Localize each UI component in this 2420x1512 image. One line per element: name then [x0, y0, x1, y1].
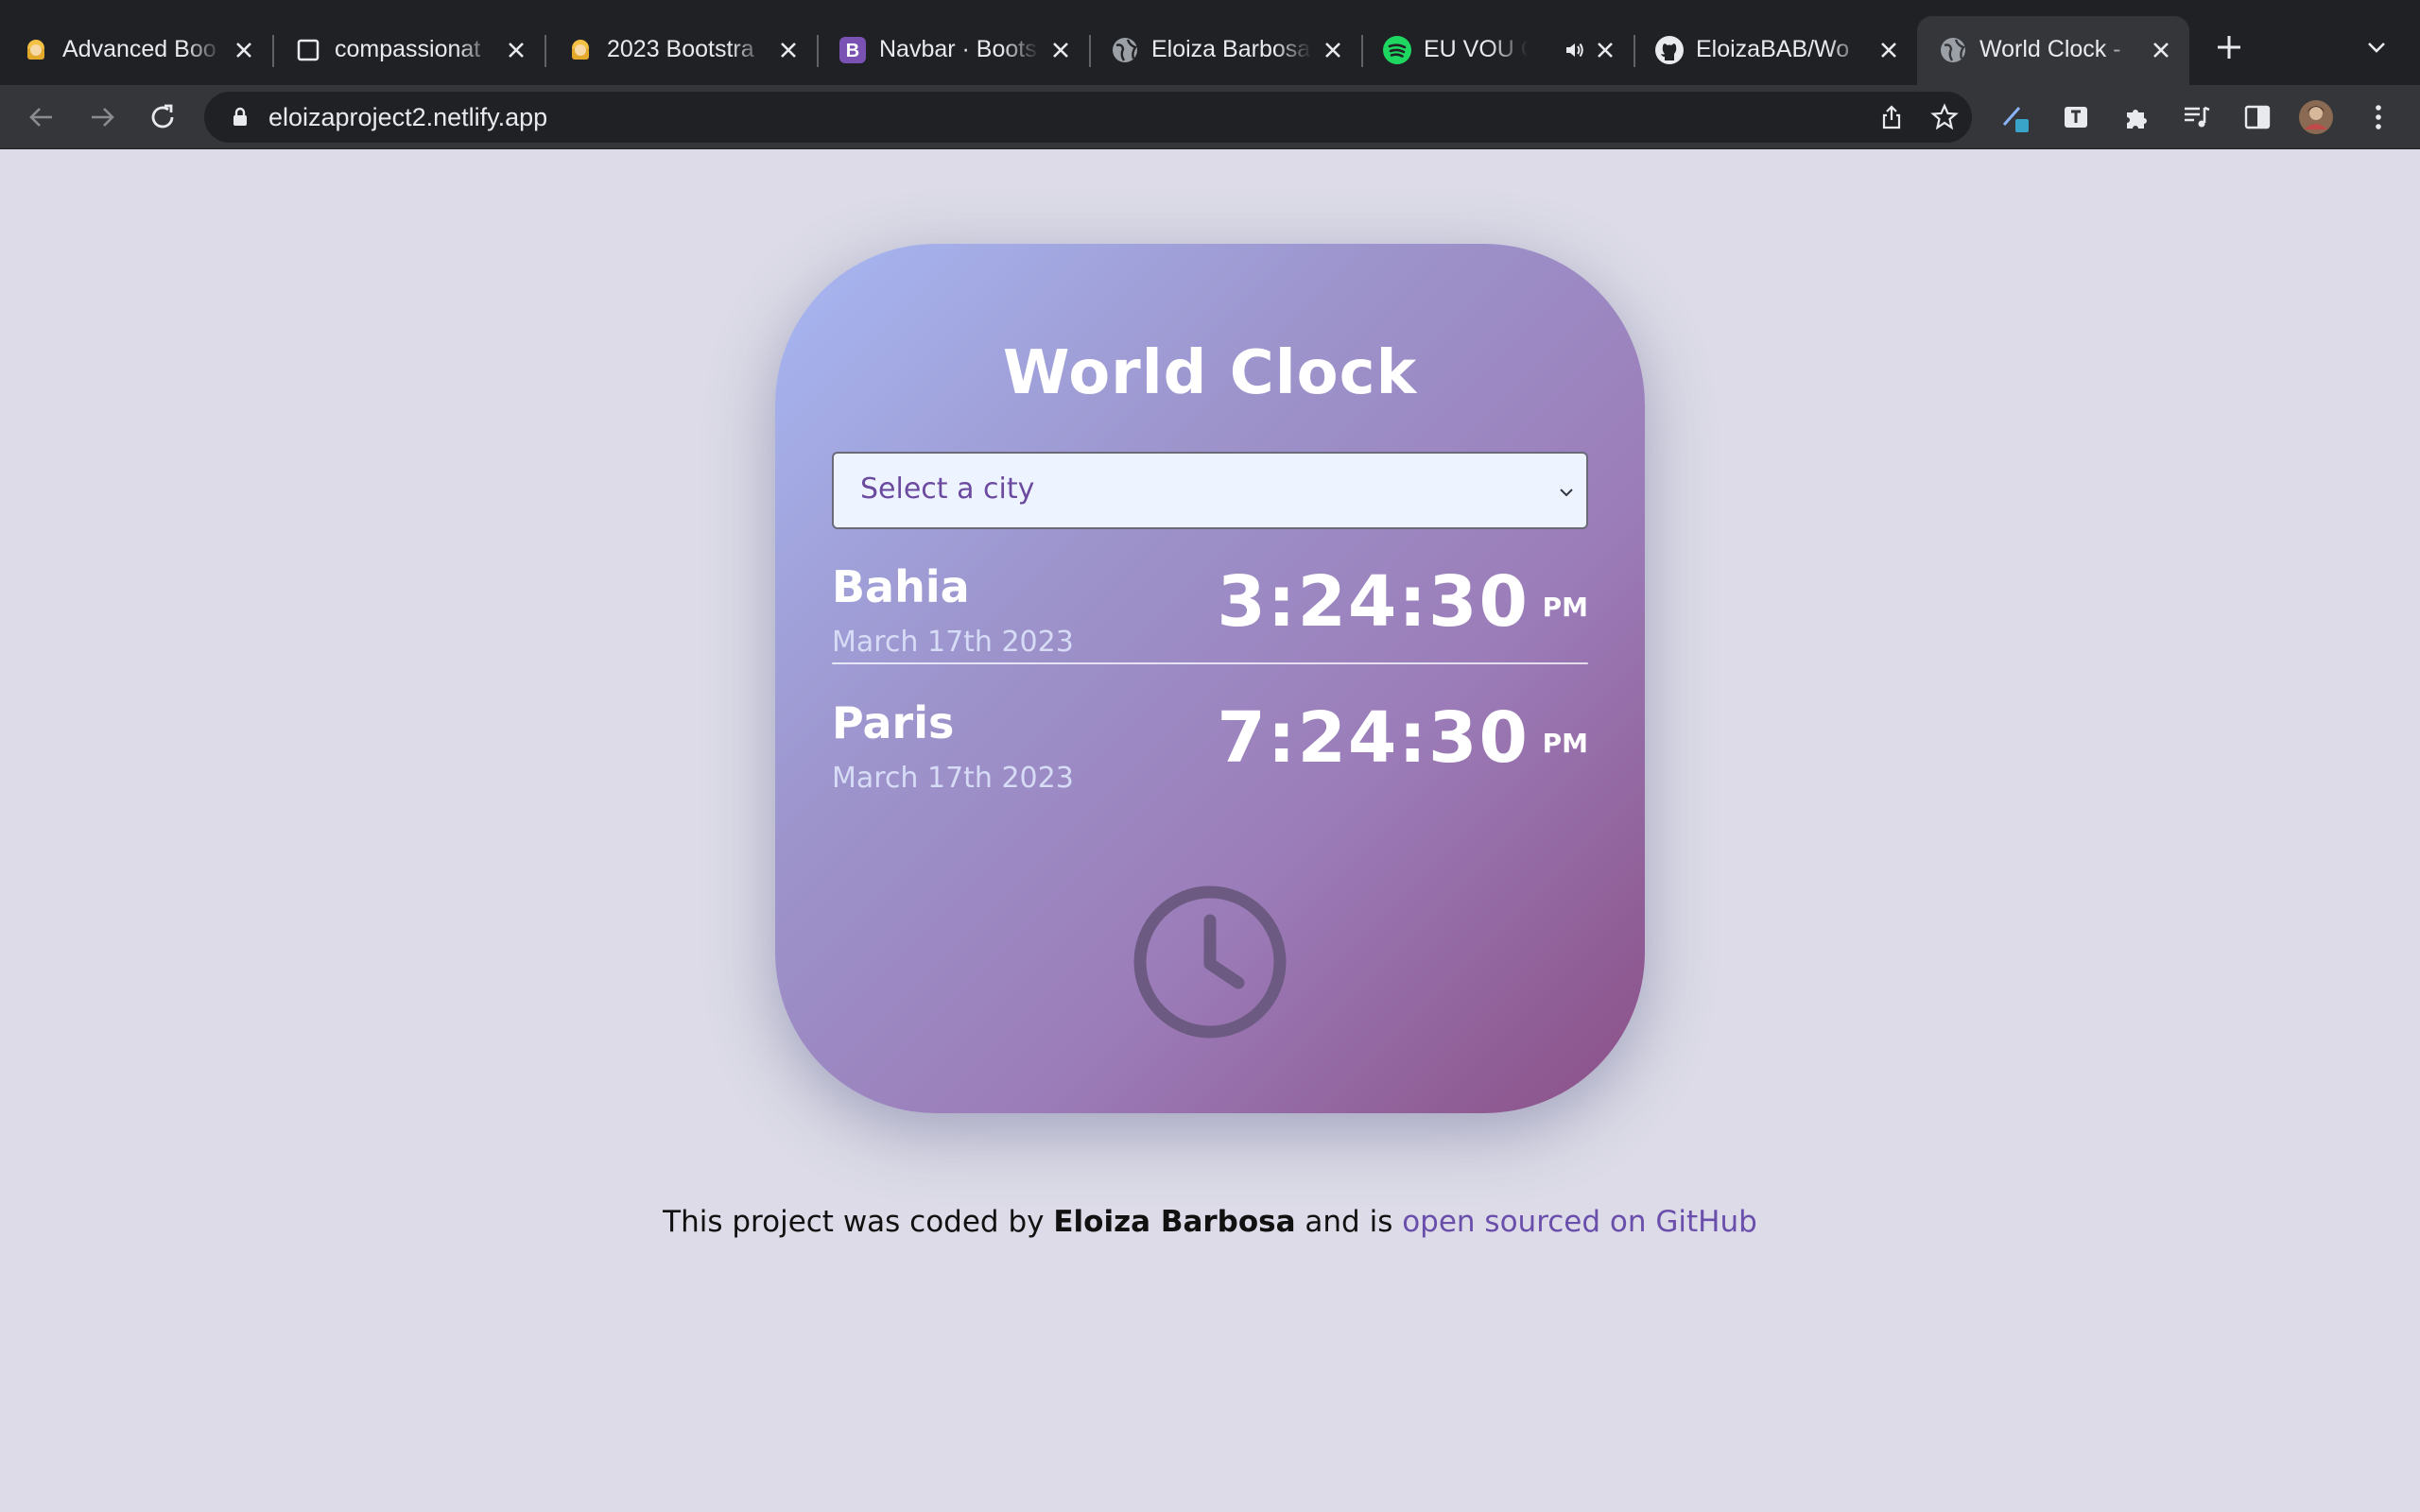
pen-extension-icon[interactable] [1996, 98, 2034, 136]
globe-icon [1110, 35, 1140, 65]
city-ampm: PM [1542, 728, 1588, 759]
page-footer: This project was coded by Eloiza Barbosa… [0, 1205, 2420, 1239]
plus-icon [2218, 36, 2240, 59]
extensions-puzzle-icon[interactable] [2118, 98, 2155, 136]
back-arrow-icon [29, 108, 52, 127]
app-title: World Clock [1002, 338, 1418, 408]
forward-arrow-icon [92, 108, 114, 127]
browser-tab-bar: Advanced Boo compassionat 2023 Bootstra … [0, 0, 2420, 85]
back-button[interactable] [23, 98, 60, 136]
browser-tab[interactable]: compassionat [272, 16, 546, 85]
lock-icon[interactable] [229, 106, 251, 129]
browser-tab-active[interactable]: World Clock - [1917, 16, 2189, 85]
tab-title: 2023 Bootstra [607, 36, 768, 66]
close-tab-icon[interactable] [1046, 35, 1076, 65]
speaker-icon[interactable] [1564, 39, 1586, 61]
close-tab-icon[interactable] [501, 35, 531, 65]
close-tab-icon[interactable] [1874, 35, 1904, 65]
chevron-down-icon [2368, 43, 2385, 53]
forward-button[interactable] [83, 98, 121, 136]
browser-tab[interactable]: B Navbar · Boots [817, 16, 1091, 85]
close-tab-icon[interactable] [1318, 35, 1348, 65]
bookmark-star-icon[interactable] [1928, 101, 1961, 133]
city-date: March 17th 2023 [832, 762, 1074, 795]
tab-title: Eloiza Barbosa [1151, 36, 1312, 66]
reader-extension-icon[interactable] [2057, 98, 2095, 136]
side-panel-icon[interactable] [2238, 98, 2276, 136]
emoji-girl-icon [565, 35, 596, 65]
tab-title: compassionat [335, 36, 495, 66]
close-tab-icon[interactable] [773, 35, 804, 65]
city-row-bahia: Bahia March 17th 2023 3:24:30 PM [832, 561, 1588, 694]
close-tab-icon[interactable] [229, 35, 259, 65]
select-placeholder: Select a city [860, 472, 1035, 506]
browser-tab[interactable]: Advanced Boo [0, 16, 274, 85]
tab-title: EU VOU C [1424, 36, 1528, 66]
world-clock-card: World Clock Select a city Bahia March 17… [775, 244, 1645, 1113]
address-bar[interactable]: eloizaproject2.netlify.app [204, 92, 1972, 143]
tab-title: Advanced Boo [62, 36, 223, 66]
footer-prefix: This project was coded by [663, 1205, 1045, 1239]
new-tab-button[interactable] [2210, 28, 2248, 66]
tab-title: EloizaBAB/Wo [1696, 36, 1866, 66]
bootstrap-icon: B [838, 35, 868, 65]
media-controls-icon[interactable] [2178, 98, 2216, 136]
github-icon [1654, 35, 1685, 65]
footer-middle: and is [1305, 1205, 1393, 1239]
address-url[interactable]: eloizaproject2.netlify.app [268, 103, 547, 132]
footer-author: Eloiza Barbosa [1053, 1205, 1296, 1239]
close-tab-icon[interactable] [2146, 35, 2176, 65]
reload-button[interactable] [144, 98, 182, 136]
city-select-dropdown[interactable]: Select a city [832, 452, 1588, 529]
city-time: 7:24:30 [1217, 697, 1530, 779]
emoji-girl-icon [21, 35, 51, 65]
close-tab-icon[interactable] [1590, 35, 1620, 65]
browser-tab[interactable]: Eloiza Barbosa [1089, 16, 1363, 85]
city-date: March 17th 2023 [832, 626, 1074, 659]
browser-tab[interactable]: EloizaBAB/Wo [1634, 16, 1917, 85]
browser-toolbar: eloizaproject2.netlify.app [0, 85, 2420, 149]
svg-text:B: B [846, 41, 859, 61]
clock-icon [1132, 885, 1288, 1040]
tab-title: Navbar · Boots [879, 36, 1040, 66]
chevron-down-icon [1556, 482, 1577, 503]
blank-page-icon [293, 35, 323, 65]
city-name: Paris [832, 697, 955, 748]
city-name: Bahia [832, 561, 970, 612]
github-link[interactable]: open sourced on GitHub [1402, 1205, 1757, 1239]
tab-title: World Clock - [1979, 36, 2140, 66]
city-row-paris: Paris March 17th 2023 7:24:30 PM [832, 697, 1588, 830]
profile-avatar[interactable] [2297, 98, 2335, 136]
web-page: World Clock Select a city Bahia March 17… [0, 150, 2420, 1512]
spotify-icon [1382, 35, 1412, 65]
browser-tab[interactable]: 2023 Bootstra [544, 16, 819, 85]
browser-tab[interactable]: EU VOU C [1361, 16, 1635, 85]
globe-icon [1938, 35, 1968, 65]
tab-search-button[interactable] [2358, 28, 2395, 66]
share-icon[interactable] [1876, 101, 1908, 133]
kebab-menu-icon[interactable] [2360, 98, 2397, 136]
city-time: 3:24:30 [1217, 561, 1530, 643]
city-ampm: PM [1542, 592, 1588, 623]
reload-icon [151, 104, 174, 129]
row-divider [832, 662, 1588, 664]
